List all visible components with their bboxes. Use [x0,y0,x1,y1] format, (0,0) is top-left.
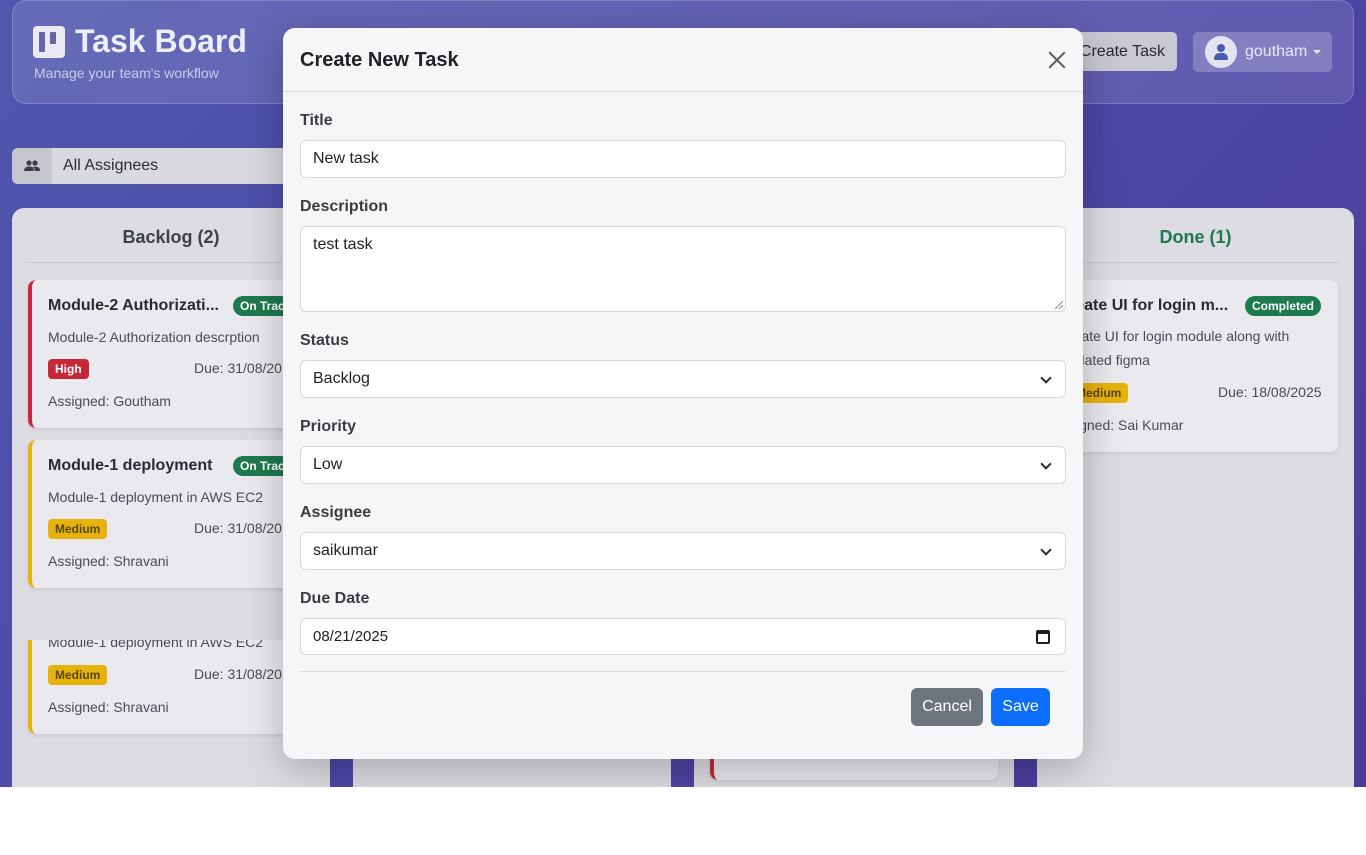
save-button[interactable]: Save [991,688,1050,726]
assignee-label: Assignee [300,504,372,521]
assignee-select[interactable]: saikumar [300,532,1066,570]
close-icon[interactable] [1045,48,1069,72]
status-label: Status [300,332,349,349]
resize-handle-icon[interactable] [1055,301,1063,309]
calendar-icon[interactable] [1036,630,1050,644]
priority-label: Priority [300,418,357,435]
status-select[interactable]: Backlog [300,360,1066,398]
modal-title: Create New Task [300,49,459,71]
assignee-value: saikumar [313,542,378,559]
description-value: test task [313,236,373,253]
modal-footer-divider [300,671,1066,672]
description-textarea[interactable]: test task [300,226,1066,312]
description-label: Description [300,198,389,215]
create-task-modal: Create New Task Title New task Descripti… [283,28,1083,759]
chevron-down-icon [1040,458,1052,470]
cancel-button[interactable]: Cancel [911,688,983,726]
title-input[interactable]: New task [300,140,1066,178]
due-date-value: 08/21/2025 [313,628,389,645]
due-date-input[interactable]: 08/21/2025 [300,618,1066,655]
priority-select[interactable]: Low [300,446,1066,484]
title-label: Title [300,112,333,129]
modal-header: Create New Task [283,28,1083,92]
chevron-down-icon [1040,372,1052,384]
due-date-label: Due Date [300,590,370,607]
status-value: Backlog [313,370,370,387]
app-background: Task Board Manage your team's workflow C… [0,0,1366,787]
chevron-down-icon [1040,544,1052,556]
priority-value: Low [313,456,343,473]
